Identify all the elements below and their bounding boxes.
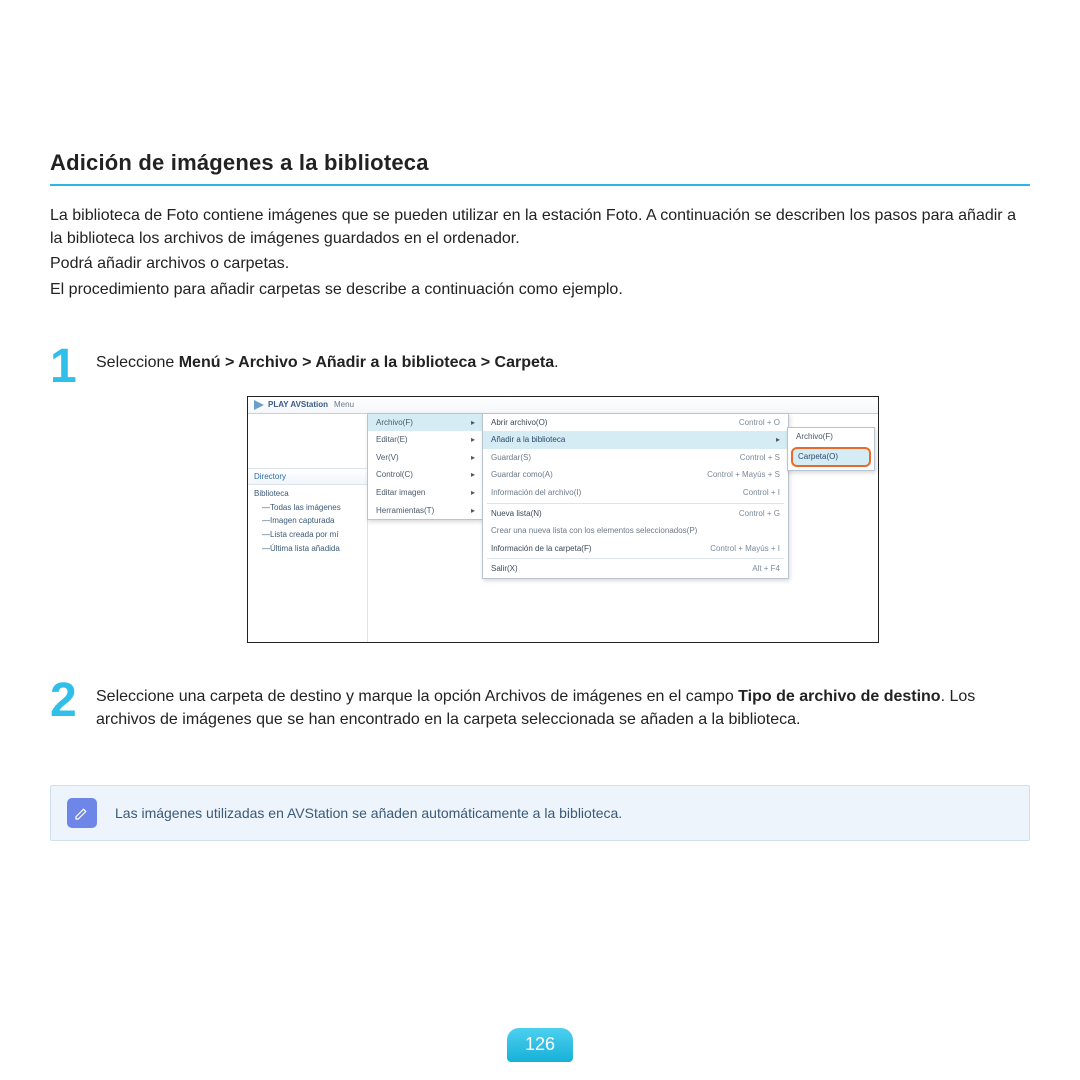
step-2-bold: Tipo de archivo de destino	[738, 688, 940, 705]
intro-p2: Podrá añadir archivos o carpetas.	[50, 252, 1030, 275]
page-number-badge: 126	[507, 1028, 573, 1062]
step-1-body: Seleccione Menú > Archivo > Añadir a la …	[96, 345, 1030, 643]
submenu-arrow-icon: ▸	[471, 487, 475, 499]
menu2-label: Información de la carpeta(F)	[491, 543, 592, 555]
library-item[interactable]: —Lista creada por mí	[248, 528, 367, 542]
menu1-label: Control(C)	[376, 469, 413, 481]
shortcut: Control + Mayús + S	[707, 469, 780, 481]
menu1-item-editar[interactable]: Editar(E) ▸	[368, 431, 483, 449]
library-item[interactable]: —Imagen capturada	[248, 514, 367, 528]
menu1-item-editar-imagen[interactable]: Editar imagen ▸	[368, 484, 483, 502]
menu2-item-guardar-como[interactable]: Guardar como(A) Control + Mayús + S	[483, 466, 788, 484]
menu3-item-archivo[interactable]: Archivo(F)	[788, 428, 874, 446]
shortcut: Control + S	[740, 452, 780, 464]
app-title: PLAY AVStation	[268, 399, 328, 411]
section-title: Adición de imágenes a la biblioteca	[50, 0, 1030, 186]
menu2-label: Añadir a la biblioteca	[491, 434, 565, 446]
submenu-arrow-icon: ▸	[471, 505, 475, 517]
app-sidebar: Directory Biblioteca —Todas las imágenes…	[248, 414, 368, 642]
library-item[interactable]: —Última lista añadida	[248, 542, 367, 556]
library-root[interactable]: Biblioteca	[248, 485, 367, 501]
menu1-label: Archivo(F)	[376, 417, 413, 429]
menu-separator	[487, 558, 784, 559]
note-text: Las imágenes utilizadas en AVStation se …	[115, 805, 622, 821]
menu2-item-info-carpeta[interactable]: Información de la carpeta(F) Control + Ma…	[483, 540, 788, 558]
step-1-number: 1	[50, 345, 96, 643]
submenu-arrow-icon: ▸	[776, 434, 780, 446]
menu3-item-carpeta-highlighted[interactable]: Carpeta(O)	[791, 447, 871, 467]
menu2-label: Guardar como(A)	[491, 469, 553, 481]
shortcut: Control + Mayús + I	[710, 543, 780, 555]
step-1-lead: Seleccione	[96, 354, 179, 371]
step-2-number: 2	[50, 679, 96, 731]
menu-level-2: Abrir archivo(O) Control + O Añadir a la …	[482, 413, 789, 579]
step-1-menu-path: Menú > Archivo > Añadir a la biblioteca …	[179, 354, 554, 371]
menu2-item-salir[interactable]: Salir(X) Alt + F4	[483, 560, 788, 578]
submenu-arrow-icon: ▸	[471, 417, 475, 429]
menu2-item-guardar[interactable]: Guardar(S) Control + S	[483, 449, 788, 467]
app-canvas: Archivo(F) ▸ Editar(E) ▸ Ver(V) ▸ Control(C…	[368, 414, 878, 642]
menu-separator	[487, 503, 784, 504]
document-page: Adición de imágenes a la biblioteca La b…	[0, 0, 1080, 1080]
step-2: 2 Seleccione una carpeta de destino y ma…	[50, 679, 1030, 731]
intro-p1: La biblioteca de Foto contiene imágenes …	[50, 204, 1030, 250]
menu2-label: Crear una nueva lista con los elementos …	[491, 525, 697, 537]
intro-block: La biblioteca de Foto contiene imágenes …	[50, 204, 1030, 301]
menu1-label: Herramientas(T)	[376, 505, 434, 517]
app-body: Directory Biblioteca —Todas las imágenes…	[248, 414, 878, 642]
menu2-item-abrir[interactable]: Abrir archivo(O) Control + O	[483, 414, 788, 432]
shortcut: Control + O	[739, 417, 780, 429]
intro-p3: El procedimiento para añadir carpetas se…	[50, 278, 1030, 301]
submenu-arrow-icon: ▸	[471, 469, 475, 481]
note-box: Las imágenes utilizadas en AVStation se …	[50, 785, 1030, 841]
step-1: 1 Seleccione Menú > Archivo > Añadir a l…	[50, 345, 1030, 643]
library-item[interactable]: —Todas las imágenes	[248, 501, 367, 515]
menu2-item-nueva-lista[interactable]: Nueva lista(N) Control + G	[483, 505, 788, 523]
app-logo-icon	[254, 400, 264, 410]
menu2-label: Abrir archivo(O)	[491, 417, 547, 429]
menu1-item-archivo[interactable]: Archivo(F) ▸	[368, 414, 483, 432]
shortcut: Alt + F4	[752, 563, 780, 575]
submenu-arrow-icon: ▸	[471, 434, 475, 446]
menu2-label: Información del archivo(I)	[491, 487, 581, 499]
menu1-label: Ver(V)	[376, 452, 399, 464]
app-screenshot: PLAY AVStation Menu Directory Biblioteca…	[247, 396, 879, 643]
shortcut: Control + G	[739, 508, 780, 520]
step-1-tail: .	[554, 354, 558, 371]
step-2-body: Seleccione una carpeta de destino y marq…	[96, 679, 1030, 731]
menu1-item-herramientas[interactable]: Herramientas(T) ▸	[368, 502, 483, 520]
menu2-label: Guardar(S)	[491, 452, 531, 464]
menu-label[interactable]: Menu	[334, 399, 354, 411]
menu-level-1: Archivo(F) ▸ Editar(E) ▸ Ver(V) ▸ Control(C…	[367, 413, 484, 521]
menu1-label: Editar imagen	[376, 487, 425, 499]
menu1-item-control[interactable]: Control(C) ▸	[368, 466, 483, 484]
step-2-text-a: Seleccione una carpeta de destino y marq…	[96, 688, 738, 705]
submenu-arrow-icon: ▸	[471, 452, 475, 464]
menu1-label: Editar(E)	[376, 434, 408, 446]
menu1-item-ver[interactable]: Ver(V) ▸	[368, 449, 483, 467]
menu2-label: Nueva lista(N)	[491, 508, 542, 520]
pencil-note-icon	[67, 798, 97, 828]
menu2-label: Salir(X)	[491, 563, 518, 575]
app-titlebar: PLAY AVStation Menu	[248, 397, 878, 414]
shortcut: Control + I	[743, 487, 780, 499]
menu2-item-anadir-biblioteca[interactable]: Añadir a la biblioteca ▸	[483, 431, 788, 449]
menu-level-3: Archivo(F) Carpeta(O)	[787, 427, 875, 471]
directory-header: Directory	[248, 468, 367, 486]
menu2-item-info-archivo[interactable]: Información del archivo(I) Control + I	[483, 484, 788, 502]
menu2-item-crear-lista-sel[interactable]: Crear una nueva lista con los elementos …	[483, 522, 788, 540]
